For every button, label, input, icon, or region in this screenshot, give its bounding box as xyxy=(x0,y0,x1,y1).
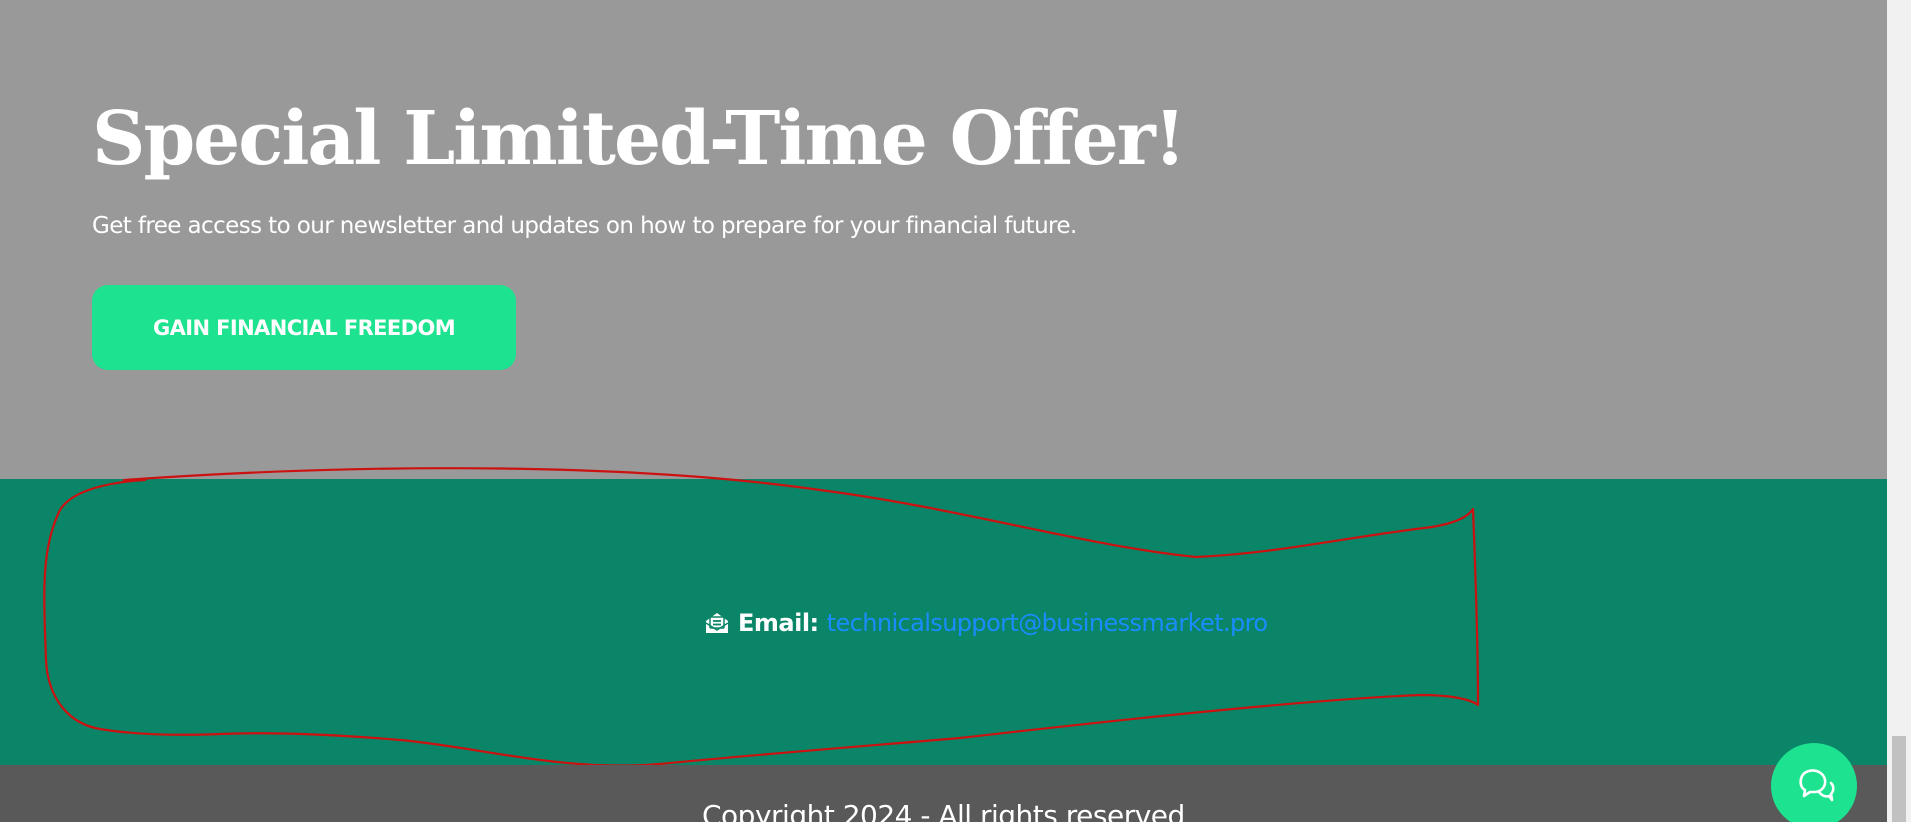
envelope-open-icon xyxy=(704,610,730,636)
chat-widget-button[interactable] xyxy=(1771,743,1857,822)
site-footer: Copyright 2024 - All rights reserved xyxy=(0,765,1887,822)
page-scrollbar[interactable] xyxy=(1887,0,1911,822)
chat-bubbles-icon xyxy=(1792,763,1836,810)
copyright-text: Copyright 2024 - All rights reserved xyxy=(702,799,1185,822)
scrollbar-thumb[interactable] xyxy=(1892,736,1906,822)
offer-subtitle: Get free access to our newsletter and up… xyxy=(92,213,1077,239)
page-content: Special Limited-Time Offer! Get free acc… xyxy=(0,0,1887,822)
cta-button-label: GAIN FINANCIAL FREEDOM xyxy=(152,315,456,340)
contact-email-row: Email: technicalsupport@businessmarket.p… xyxy=(704,605,1268,641)
page: Special Limited-Time Offer! Get free acc… xyxy=(0,0,1911,822)
support-email-link[interactable]: technicalsupport@businessmarket.pro xyxy=(827,609,1268,637)
gain-financial-freedom-button[interactable]: GAIN FINANCIAL FREEDOM xyxy=(92,285,516,370)
email-label: Email: xyxy=(738,609,819,637)
offer-title: Special Limited-Time Offer! xyxy=(92,96,1186,182)
offer-section: Special Limited-Time Offer! Get free acc… xyxy=(0,0,1887,479)
